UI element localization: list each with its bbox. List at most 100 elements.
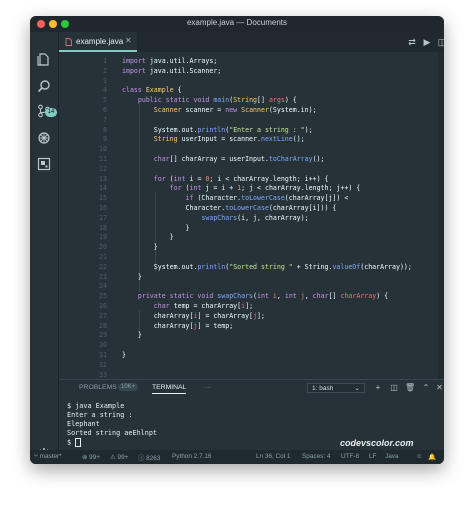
line-number: 14 — [99, 184, 107, 193]
terminal-output[interactable]: $ java Example Enter a string : Elephant So… — [67, 402, 157, 447]
branch-icon: ⑂ — [34, 453, 38, 460]
chevron-up-icon[interactable]: ⌃ — [421, 383, 431, 393]
line-number: 23 — [99, 272, 107, 281]
line-number: 13 — [99, 174, 107, 183]
code-token: toCharArray — [268, 155, 313, 163]
code-token: toLowerCase — [225, 204, 269, 212]
code-text: for (int j = i + 1; j < charArray.length… — [122, 183, 361, 193]
code-token: Scanner — [241, 106, 269, 114]
code-text: Character.toLowerCase(charArray[i])) { — [122, 203, 337, 213]
code-token: toLowerCase — [241, 194, 285, 203]
code-token: if — [185, 194, 198, 203]
line-number: 26 — [99, 302, 107, 310]
tab-example-java[interactable]: example.java ✕ — [59, 32, 137, 52]
code-token: (charArray[i])) { — [268, 204, 337, 212]
terminal-cursor — [75, 438, 82, 447]
code-text: charArray[i] = charArray[j]; — [122, 311, 265, 321]
status-bar: ⑂ master* ⊗ 99+ ⚠ 99+ ⓘ 8263 Python 2.7.… — [30, 450, 444, 464]
encoding[interactable]: UTF-8 — [341, 453, 359, 460]
code-token: String — [153, 135, 182, 144]
code-token: ]; — [257, 311, 265, 320]
sync-status-c[interactable]: ⓘ 8263 — [138, 453, 160, 462]
code-token: (); — [292, 135, 305, 144]
line-number: 12 — [99, 164, 107, 173]
trash-icon[interactable]: 🗑 — [405, 383, 415, 393]
code-token: j = i + — [205, 184, 238, 193]
code-token: scanner = — [185, 106, 226, 114]
search-icon[interactable] — [37, 79, 51, 93]
title-bar: example.java — Documents — [30, 16, 444, 32]
code-token: nextLine — [260, 135, 293, 144]
bell-icon[interactable]: 🔔 — [428, 453, 436, 461]
cursor-position[interactable]: Ln 36, Col 1 — [256, 453, 290, 460]
branch-indicator[interactable]: ⑂ master* — [34, 453, 62, 460]
tab-problems[interactable]: PROBLEMS — [79, 384, 117, 391]
close-tab-icon[interactable]: ✕ — [125, 36, 132, 45]
code-token: Example — [145, 86, 178, 95]
debug-icon[interactable] — [37, 131, 51, 145]
sync-status-b[interactable]: ⚠ 99+ — [110, 453, 128, 461]
terminal-select[interactable]: 1: bash ⌄ — [307, 383, 365, 393]
code-token: public static void — [137, 96, 214, 105]
language-mode[interactable]: Java — [385, 453, 399, 460]
code-token: } — [122, 243, 158, 252]
code-token: ) { — [284, 96, 297, 105]
code-token: println — [197, 125, 226, 134]
code-token: ) { — [376, 292, 389, 301]
code-text: } — [122, 232, 174, 242]
code-text: System.out.println("Enter a string : "); — [122, 125, 313, 135]
extensions-icon[interactable] — [37, 157, 51, 171]
code-token: , — [276, 292, 285, 301]
tab-terminal[interactable]: TERMINAL — [152, 384, 187, 394]
line-ending[interactable]: LF — [369, 453, 376, 460]
code-token: (charArray)); — [360, 262, 412, 271]
code-token: "Enter a string : " — [229, 125, 305, 134]
terminal-line: Sorted string aeEhlnpt — [67, 429, 158, 437]
split-editor-icon[interactable]: ◫ — [436, 36, 444, 48]
prompt-text: $ — [67, 438, 76, 447]
indentation[interactable]: Spaces: 4 — [302, 453, 330, 460]
code-token: char — [312, 292, 329, 301]
run-icon[interactable]: ▶ — [421, 36, 433, 48]
smiley-icon[interactable]: ☺ — [416, 453, 423, 460]
panel-more-icon[interactable]: ··· — [205, 384, 212, 391]
compare-icon[interactable]: ⇄ — [406, 36, 418, 48]
terminal-select-value: 1: bash — [312, 385, 334, 392]
code-token: { — [177, 86, 182, 95]
code-token: userInput = scanner. — [181, 135, 261, 144]
code-token: i = — [189, 174, 206, 183]
code-token: java.util.Arrays; — [149, 57, 218, 65]
terminal-line: Enter a string : — [67, 411, 133, 419]
new-terminal-icon[interactable]: + — [373, 383, 383, 393]
line-number: 18 — [99, 223, 107, 232]
code-token: (System.in); — [268, 106, 317, 114]
code-token: char — [153, 302, 174, 310]
code-token: int — [189, 184, 206, 193]
close-panel-icon[interactable]: ✕ — [435, 383, 444, 393]
explorer-icon[interactable] — [37, 52, 51, 66]
python-interpreter[interactable]: Python 2.7.16 — [172, 453, 211, 460]
line-number: 16 — [99, 204, 107, 212]
terminal-prompt[interactable]: $ — [67, 438, 157, 447]
code-token: ); — [304, 125, 313, 134]
editor-scrollbar[interactable] — [438, 52, 444, 379]
code-token: charArray[ — [122, 311, 194, 320]
split-terminal-icon[interactable]: ◫ — [389, 383, 399, 393]
watermark-text: codevscolor.com — [340, 438, 414, 448]
sync-status-a[interactable]: ⊗ 99+ — [82, 453, 100, 461]
code-token: ] = charArray[ — [197, 311, 254, 320]
line-number: 8 — [103, 125, 107, 134]
code-token: temp = charArray[ — [173, 302, 242, 310]
code-token: String — [233, 96, 258, 105]
code-token: charArray — [340, 292, 377, 301]
code-token: } — [122, 233, 174, 242]
line-number: 31 — [99, 351, 107, 359]
code-editor[interactable]: 1 import java.util.Arrays; 2 import java.ut… — [59, 52, 444, 379]
code-token: [] — [328, 292, 341, 301]
code-token: int — [284, 292, 301, 301]
